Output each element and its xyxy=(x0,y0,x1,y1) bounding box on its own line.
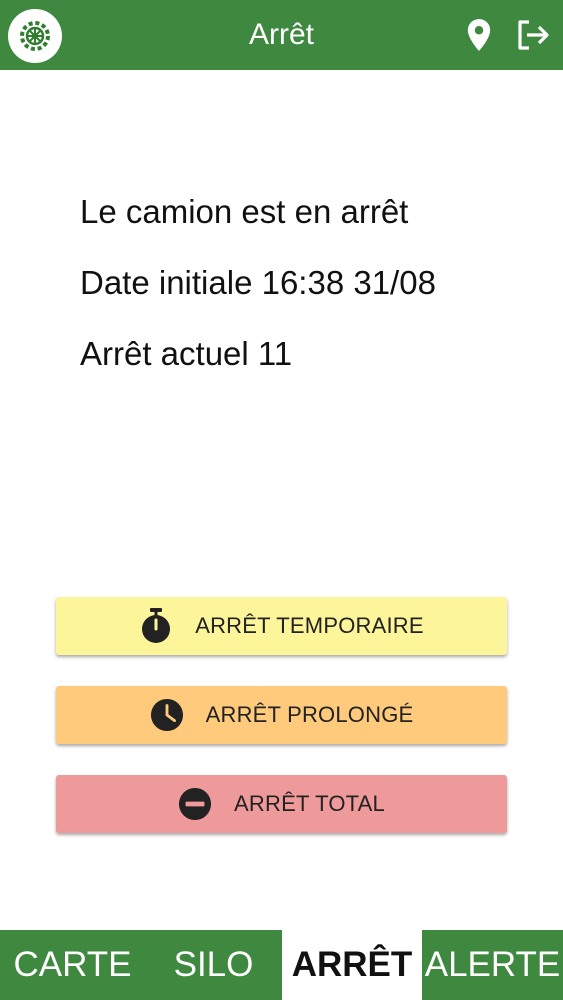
stop-status-text: Le camion est en arrêt xyxy=(80,193,409,230)
temporary-stop-button[interactable]: ARRÊT TEMPORAIRE xyxy=(56,597,507,655)
extended-stop-label: ARRÊT PROLONGÉ xyxy=(205,702,414,727)
tab-silo[interactable]: SILO xyxy=(145,930,282,1000)
logout-icon[interactable] xyxy=(515,17,551,53)
temporary-stop-label: ARRÊT TEMPORAIRE xyxy=(195,613,424,638)
minus-circle-icon xyxy=(178,787,212,821)
tab-arret[interactable]: ARRÊT xyxy=(282,930,422,1000)
top-app-bar: Arrêt xyxy=(0,0,563,70)
tab-alerte[interactable]: ALERTE xyxy=(422,930,563,1000)
current-stop-text: Arrêt actuel 11 xyxy=(80,335,293,372)
stopwatch-icon xyxy=(139,608,173,643)
stop-status-panel: Le camion est en arrêt Date initiale 16:… xyxy=(80,190,436,403)
total-stop-label: ARRÊT TOTAL xyxy=(234,791,385,816)
clock-icon xyxy=(150,698,184,732)
initial-date-text: Date initiale 16:38 31/08 xyxy=(80,264,436,301)
total-stop-button[interactable]: ARRÊT TOTAL xyxy=(56,775,507,833)
location-pin-icon[interactable] xyxy=(461,17,497,53)
extended-stop-button[interactable]: ARRÊT PROLONGÉ xyxy=(56,686,507,744)
tab-carte[interactable]: CARTE xyxy=(0,930,145,1000)
bottom-navigation: CARTE SILO ARRÊT ALERTE xyxy=(0,930,563,1000)
